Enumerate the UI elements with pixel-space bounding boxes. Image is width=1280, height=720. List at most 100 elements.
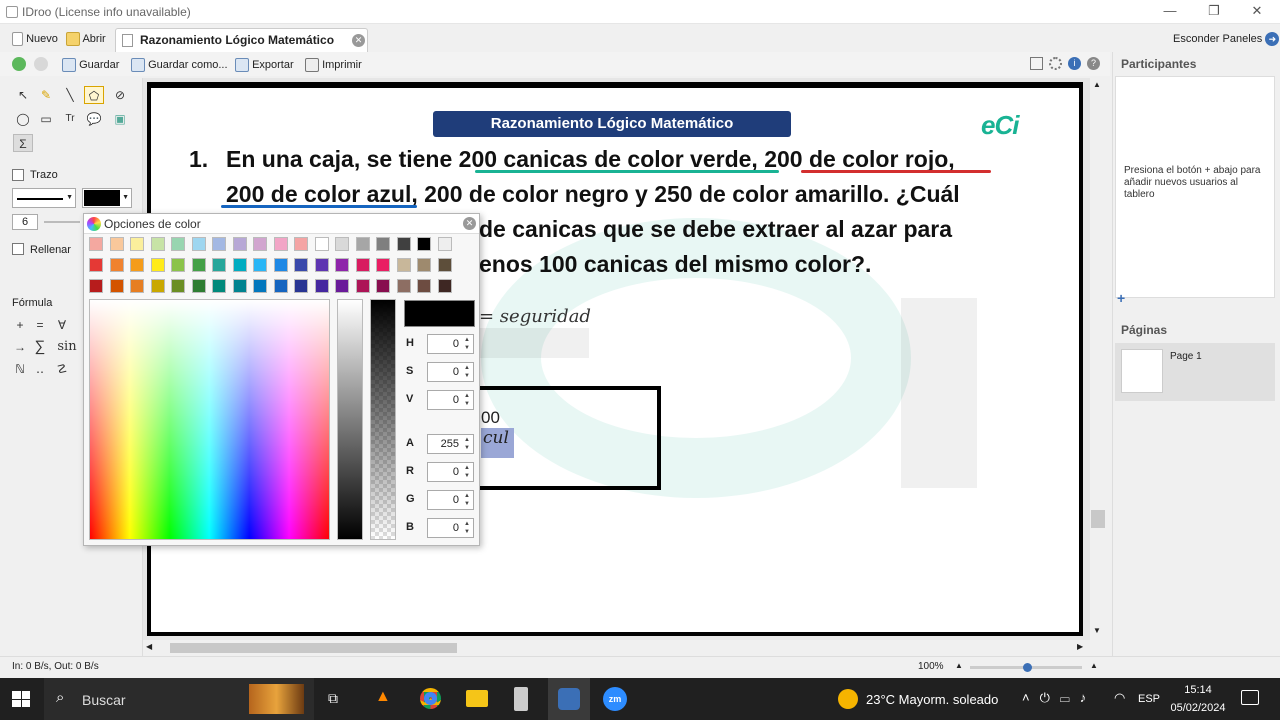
field-input-v[interactable]: 0 ▲ ▼	[427, 390, 474, 410]
chrome-icon[interactable]	[420, 688, 441, 709]
scroll-up-icon[interactable]: ▲	[1093, 80, 1101, 89]
color-swatch[interactable]	[417, 279, 431, 293]
color-swatch[interactable]	[253, 279, 267, 293]
color-swatch[interactable]	[376, 237, 390, 251]
hide-panels-button[interactable]: Esconder Paneles ➜	[1173, 30, 1280, 48]
field-input-h[interactable]: 0 ▲ ▼	[427, 334, 474, 354]
color-swatch[interactable]	[150, 258, 165, 272]
color-swatch[interactable]	[335, 279, 349, 293]
color-swatch[interactable]	[232, 237, 247, 251]
add-participant-icon[interactable]: +	[1117, 290, 1125, 306]
vertical-scroll-thumb[interactable]	[1091, 510, 1105, 528]
color-swatch[interactable]	[273, 237, 288, 251]
color-swatch[interactable]	[253, 237, 267, 251]
zoom-slider[interactable]	[970, 663, 1082, 672]
stroke-color-select[interactable]: ▼	[82, 188, 132, 208]
color-swatch[interactable]	[109, 279, 124, 293]
value-slider[interactable]	[337, 299, 363, 540]
help-icon[interactable]: ?	[1087, 57, 1100, 70]
color-swatch[interactable]	[130, 279, 144, 293]
wifi-icon[interactable]: ◠	[1114, 690, 1125, 706]
print-button[interactable]: Imprimir	[305, 57, 362, 73]
color-swatch[interactable]	[294, 258, 308, 272]
trazo-checkbox[interactable]	[12, 169, 24, 181]
forward-icon[interactable]	[34, 57, 48, 71]
naturals-symbol-button[interactable]: ℕ	[10, 360, 30, 378]
color-swatch[interactable]	[89, 279, 103, 293]
select-tool-icon[interactable]: ↖	[13, 86, 33, 104]
color-swatch[interactable]	[232, 258, 247, 272]
color-swatch[interactable]	[314, 258, 329, 272]
color-swatch[interactable]	[150, 237, 165, 251]
rellenar-checkbox[interactable]	[12, 243, 24, 255]
color-swatch[interactable]	[89, 258, 103, 272]
color-swatch[interactable]	[109, 258, 124, 272]
vlc-icon[interactable]: ▲	[375, 688, 391, 706]
field-input-a[interactable]: 255 ▲ ▼	[427, 434, 474, 454]
stroke-size-input[interactable]: 6	[12, 214, 38, 230]
special-symbol-button[interactable]: ☡	[52, 360, 72, 378]
close-button[interactable]: ✕	[1245, 2, 1269, 20]
save-as-button[interactable]: Guardar como...	[131, 57, 228, 73]
zoom-app-icon[interactable]: zm	[603, 687, 627, 711]
restore-button[interactable]: ❐	[1202, 2, 1226, 20]
spinner-icon[interactable]: ▲ ▼	[462, 392, 472, 408]
color-swatch[interactable]	[396, 279, 411, 293]
color-swatch[interactable]	[294, 279, 308, 293]
color-swatch[interactable]	[437, 258, 452, 272]
comment-tool-icon[interactable]: 💬	[84, 110, 104, 128]
dialog-close-icon[interactable]: ✕	[463, 217, 476, 230]
polygon-tool-icon[interactable]: ⬠	[84, 86, 104, 104]
rectangle-tool-icon[interactable]: ▭	[36, 110, 56, 128]
file-explorer-icon[interactable]	[466, 690, 488, 707]
scroll-down-icon[interactable]: ▼	[1093, 626, 1101, 635]
open-button[interactable]: Abrir	[66, 30, 106, 48]
color-swatch[interactable]	[212, 279, 226, 293]
color-swatch[interactable]	[89, 237, 103, 251]
ellipse-tool-icon[interactable]: ◯	[13, 110, 33, 128]
color-swatch[interactable]	[437, 237, 452, 251]
alpha-slider[interactable]	[370, 299, 396, 540]
color-swatch[interactable]	[109, 237, 124, 251]
spinner-icon[interactable]: ▲ ▼	[462, 336, 472, 352]
field-input-r[interactable]: 0 ▲ ▼	[427, 462, 474, 482]
fullscreen-icon[interactable]	[1030, 57, 1043, 70]
forall-symbol-button[interactable]: ∀	[52, 316, 72, 334]
page-item[interactable]: Page 1	[1115, 343, 1275, 401]
formula-tool-icon[interactable]: Σ	[13, 134, 33, 152]
equals-symbol-button[interactable]: =	[30, 316, 50, 334]
scroll-left-icon[interactable]: ◀	[146, 642, 152, 651]
vertical-scrollbar[interactable]: ▲ ▼	[1090, 78, 1106, 640]
color-swatch[interactable]	[191, 258, 206, 272]
color-swatch[interactable]	[314, 279, 329, 293]
spinner-icon[interactable]: ▲ ▼	[462, 464, 472, 480]
close-tab-icon[interactable]: ✕	[352, 34, 365, 47]
color-swatch[interactable]	[130, 237, 144, 251]
arrow-symbol-button[interactable]: →	[10, 338, 30, 356]
color-swatch[interactable]	[396, 237, 411, 251]
clock-date[interactable]: 05/02/2024	[1168, 702, 1228, 714]
color-swatch[interactable]	[253, 258, 267, 272]
clock-time[interactable]: 15:14	[1172, 684, 1224, 696]
sin-symbol-button[interactable]: sin	[54, 338, 80, 356]
color-swatch[interactable]	[171, 258, 185, 272]
notification-icon[interactable]	[1241, 690, 1259, 705]
color-swatch[interactable]	[171, 237, 185, 251]
color-swatch[interactable]	[130, 258, 144, 272]
color-swatch[interactable]	[355, 258, 370, 272]
export-button[interactable]: Exportar	[235, 57, 294, 73]
dialog-titlebar[interactable]: Opciones de color ✕	[84, 214, 479, 234]
settings-icon[interactable]	[1049, 57, 1062, 70]
text-tool-icon[interactable]: Tr	[60, 110, 80, 128]
line-style-select[interactable]: ▼	[12, 188, 76, 208]
plus-symbol-button[interactable]: +	[10, 316, 30, 334]
color-swatch[interactable]	[335, 258, 349, 272]
color-swatch[interactable]	[294, 237, 308, 251]
color-swatch[interactable]	[150, 279, 165, 293]
color-swatch[interactable]	[273, 279, 288, 293]
color-swatch[interactable]	[191, 279, 206, 293]
color-swatch[interactable]	[376, 258, 390, 272]
tab-document[interactable]: Razonamiento Lógico Matemático ✕	[115, 28, 368, 52]
color-swatch[interactable]	[212, 258, 226, 272]
pencil-tool-icon[interactable]: ✎	[36, 86, 56, 104]
